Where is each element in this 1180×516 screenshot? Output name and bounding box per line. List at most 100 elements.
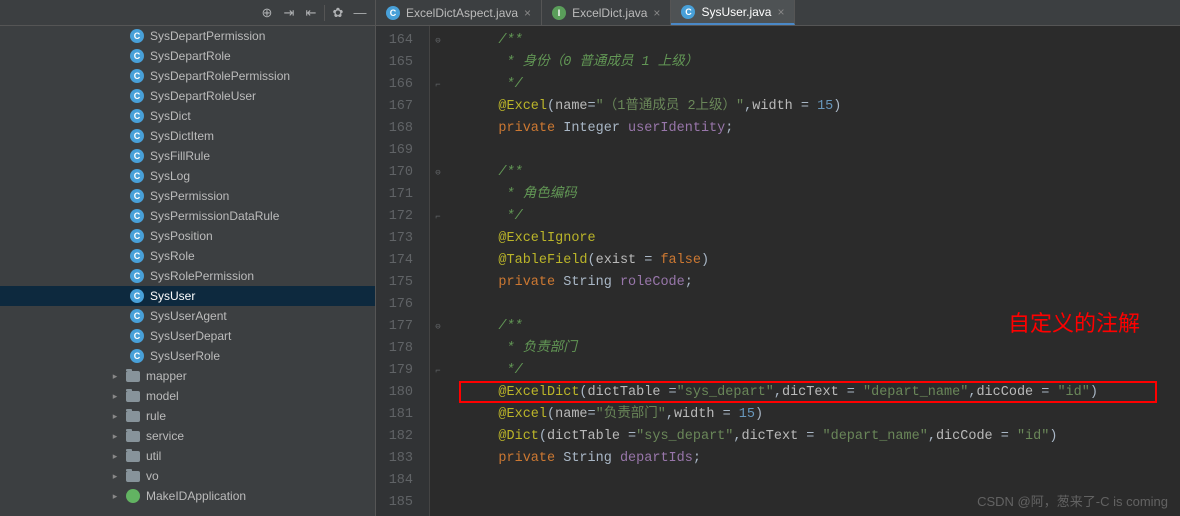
fold-mark[interactable]: ⊖ — [430, 30, 446, 52]
close-icon[interactable]: × — [777, 5, 784, 19]
tree-item-SysDepartRolePermission[interactable]: CSysDepartRolePermission — [0, 66, 375, 86]
class-icon: C — [130, 49, 144, 63]
project-tree[interactable]: CSysDepartPermission C SysDepartRole CSysDe… — [0, 26, 376, 516]
tree-item-SysLog[interactable]: CSysLog — [0, 166, 375, 186]
chevron-right-icon[interactable]: ▸ — [110, 451, 120, 462]
code-editor[interactable]: 1641651661671681691701711721731741751761… — [376, 26, 1180, 516]
tree-item-SysUser[interactable]: CSysUser — [0, 286, 375, 306]
close-icon[interactable]: × — [524, 6, 531, 20]
line-number: 165 — [376, 52, 429, 74]
code-line[interactable]: * 负责部门 — [466, 338, 1180, 360]
tree-item-SysDict[interactable]: CSysDict — [0, 106, 375, 126]
line-gutter: 1641651661671681691701711721731741751761… — [376, 26, 430, 516]
code-line[interactable]: * 身份（0 普通成员 1 上级） — [466, 52, 1180, 74]
code-line[interactable]: private String departIds; — [466, 448, 1180, 470]
code-line[interactable] — [466, 140, 1180, 162]
class-icon: C — [130, 89, 144, 103]
code-line[interactable]: /** — [466, 162, 1180, 184]
fold-mark[interactable]: ⌐ — [430, 206, 446, 228]
tree-item-SysDepartRoleUser[interactable]: CSysDepartRoleUser — [0, 86, 375, 106]
tree-item-SysRolePermission[interactable]: CSysRolePermission — [0, 266, 375, 286]
code-line[interactable]: /** — [466, 30, 1180, 52]
code-line[interactable]: */ — [466, 206, 1180, 228]
tree-item-label: SysPermission — [150, 189, 229, 203]
fold-mark — [430, 470, 446, 492]
line-number: 184 — [376, 470, 429, 492]
tree-item-label: SysUserRole — [150, 349, 220, 363]
tree-item-SysDictItem[interactable]: CSysDictItem — [0, 126, 375, 146]
code-line[interactable]: */ — [466, 360, 1180, 382]
tab-SysUser-java[interactable]: CSysUser.java× — [671, 0, 795, 25]
code-line[interactable]: /** — [466, 316, 1180, 338]
class-icon: C — [130, 69, 144, 83]
code-line[interactable]: @Excel(name="负责部门",width = 15) — [466, 404, 1180, 426]
fold-mark — [430, 448, 446, 470]
tree-item-MakeIDApplication[interactable]: ▸ MakeIDApplication — [0, 486, 375, 506]
class-icon: C — [386, 6, 400, 20]
tree-item-SysDepartRole[interactable]: C SysDepartRole — [0, 46, 375, 66]
chevron-right-icon[interactable]: ▸ — [110, 391, 120, 402]
code-line[interactable]: @Excel(name="（1普通成员 2上级）",width = 15) — [466, 96, 1180, 118]
chevron-right-icon[interactable]: ▸ — [110, 491, 120, 502]
target-icon[interactable]: ⊕ — [258, 4, 276, 22]
chevron-right-icon[interactable]: ▸ — [110, 371, 120, 382]
line-number: 173 — [376, 228, 429, 250]
tree-item-SysUserDepart[interactable]: CSysUserDepart — [0, 326, 375, 346]
gear-icon[interactable]: ✿ — [329, 4, 347, 22]
tree-item-util[interactable]: ▸util — [0, 446, 375, 466]
chevron-right-icon[interactable]: ▸ — [110, 431, 120, 442]
tree-item-SysFillRule[interactable]: CSysFillRule — [0, 146, 375, 166]
tree-item-SysUserAgent[interactable]: CSysUserAgent — [0, 306, 375, 326]
tree-item-vo[interactable]: ▸ vo — [0, 466, 375, 486]
line-number: 183 — [376, 448, 429, 470]
tree-item-rule[interactable]: ▸ rule — [0, 406, 375, 426]
code-line[interactable]: @Dict(dictTable ="sys_depart",dicText = … — [466, 426, 1180, 448]
fold-mark[interactable]: ⊖ — [430, 316, 446, 338]
tree-item-SysDepartPermission[interactable]: CSysDepartPermission — [0, 26, 375, 46]
fold-mark — [430, 272, 446, 294]
code-line[interactable] — [466, 470, 1180, 492]
code-area[interactable]: /** * 身份（0 普通成员 1 上级） */ @Excel(name="（1… — [446, 26, 1180, 516]
code-line[interactable]: private Integer userIdentity; — [466, 118, 1180, 140]
tree-item-label: SysUserDepart — [150, 329, 231, 343]
tree-item-label: vo — [146, 469, 159, 483]
collapse-all-icon[interactable]: ⇤ — [302, 4, 320, 22]
fold-mark[interactable]: ⊖ — [430, 162, 446, 184]
fold-mark[interactable]: ⌐ — [430, 360, 446, 382]
code-line[interactable]: @ExcelIgnore — [466, 228, 1180, 250]
code-line[interactable]: */ — [466, 74, 1180, 96]
tree-item-SysRole[interactable]: CSysRole — [0, 246, 375, 266]
line-number: 181 — [376, 404, 429, 426]
code-line[interactable]: * 角色编码 — [466, 184, 1180, 206]
tree-item-SysUserRole[interactable]: CSysUserRole — [0, 346, 375, 366]
code-line[interactable] — [466, 294, 1180, 316]
tab-ExcelDictAspect-java[interactable]: CExcelDictAspect.java× — [376, 0, 542, 25]
tree-item-label: SysUserAgent — [150, 309, 227, 323]
fold-column[interactable]: ⊖ ⌐ ⊖ ⌐ ⊖ ⌐ — [430, 26, 446, 516]
fold-mark[interactable]: ⌐ — [430, 74, 446, 96]
close-icon[interactable]: × — [653, 6, 660, 20]
tree-item-label: MakeIDApplication — [146, 489, 246, 503]
code-line[interactable] — [466, 492, 1180, 514]
code-line[interactable]: @ExcelDict(dictTable ="sys_depart",dicTe… — [466, 382, 1180, 404]
chevron-right-icon[interactable]: ▸ — [110, 471, 120, 482]
expand-all-icon[interactable]: ⇥ — [280, 4, 298, 22]
code-line[interactable]: @TableField(exist = false) — [466, 250, 1180, 272]
tree-item-SysPermission[interactable]: CSysPermission — [0, 186, 375, 206]
tree-item-SysPermissionDataRule[interactable]: CSysPermissionDataRule — [0, 206, 375, 226]
tree-item-service[interactable]: ▸service — [0, 426, 375, 446]
tree-item-label: SysDepartRole — [150, 49, 231, 63]
tree-item-model[interactable]: ▸model — [0, 386, 375, 406]
tree-item-SysPosition[interactable]: CSysPosition — [0, 226, 375, 246]
line-number: 176 — [376, 294, 429, 316]
app-icon — [126, 489, 140, 503]
interface-icon: I — [552, 6, 566, 20]
code-line[interactable]: private String roleCode; — [466, 272, 1180, 294]
fold-mark — [430, 140, 446, 162]
chevron-right-icon[interactable]: ▸ — [110, 411, 120, 422]
tree-item-label: SysDictItem — [150, 129, 214, 143]
hide-icon[interactable]: — — [351, 4, 369, 22]
tree-item-mapper[interactable]: ▸mapper — [0, 366, 375, 386]
tree-item-label: rule — [146, 409, 166, 423]
tab-ExcelDict-java[interactable]: IExcelDict.java× — [542, 0, 671, 25]
